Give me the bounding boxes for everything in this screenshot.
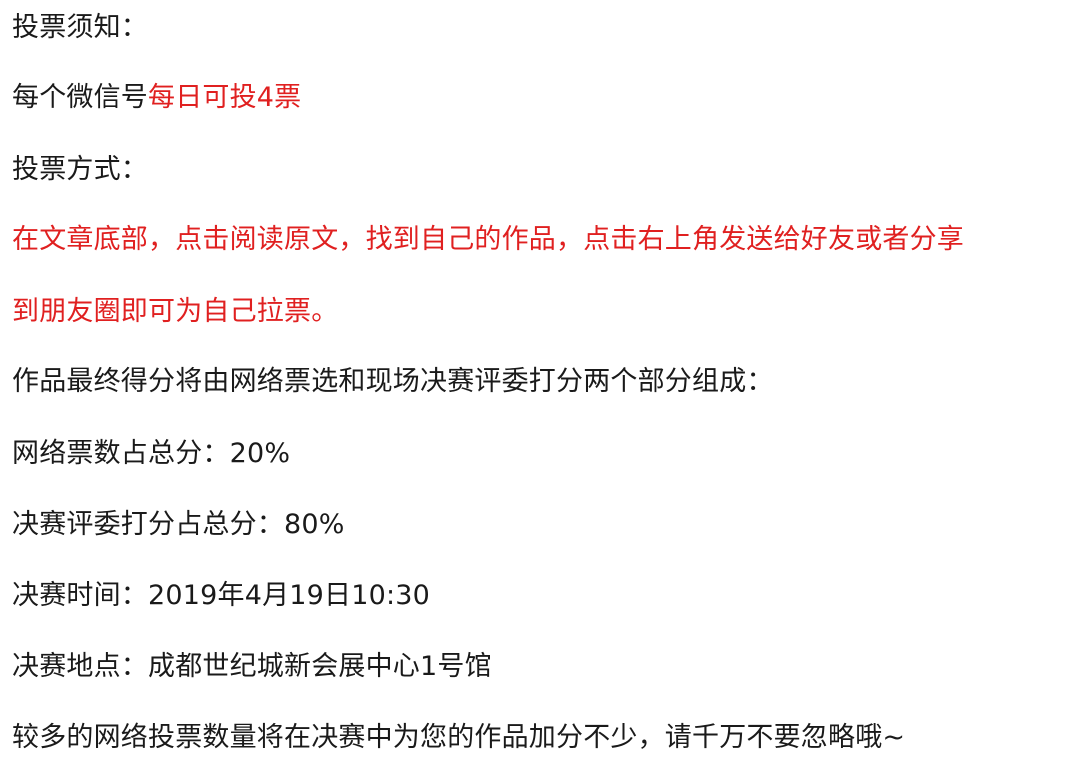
vote-rule-prefix: 每个微信号 (12, 82, 148, 113)
method-title: 投票方式： (12, 154, 148, 185)
vote-rule-line: 每个微信号每日可投4票 (12, 78, 301, 118)
score-judges-share: 决赛评委打分占总分：80% (12, 509, 345, 540)
score-online-share: 网络票数占总分：20% (12, 438, 291, 469)
score-intro: 作品最终得分将由网络票选和现场决赛评委打分两个部分组成： (12, 366, 774, 397)
method-line-1: 在文章底部，点击阅读原文，找到自己的作品，点击右上角发送给好友或者分享 (12, 224, 964, 255)
vote-notice-document: 投票须知： 每个微信号每日可投4票 投票方式： 在文章底部，点击阅读原文，找到自… (12, 0, 1072, 764)
final-place: 决赛地点：成都世纪城新会展中心1号馆 (12, 651, 492, 682)
method-line-2: 到朋友圈即可为自己拉票。 (12, 296, 339, 327)
notice-title: 投票须知： (12, 12, 148, 43)
closing-reminder: 较多的网络投票数量将在决赛中为您的作品加分不少，请千万不要忽略哦~ (12, 722, 906, 753)
final-time: 决赛时间：2019年4月19日10:30 (12, 580, 431, 611)
vote-rule-highlight: 每日可投4票 (148, 82, 302, 113)
